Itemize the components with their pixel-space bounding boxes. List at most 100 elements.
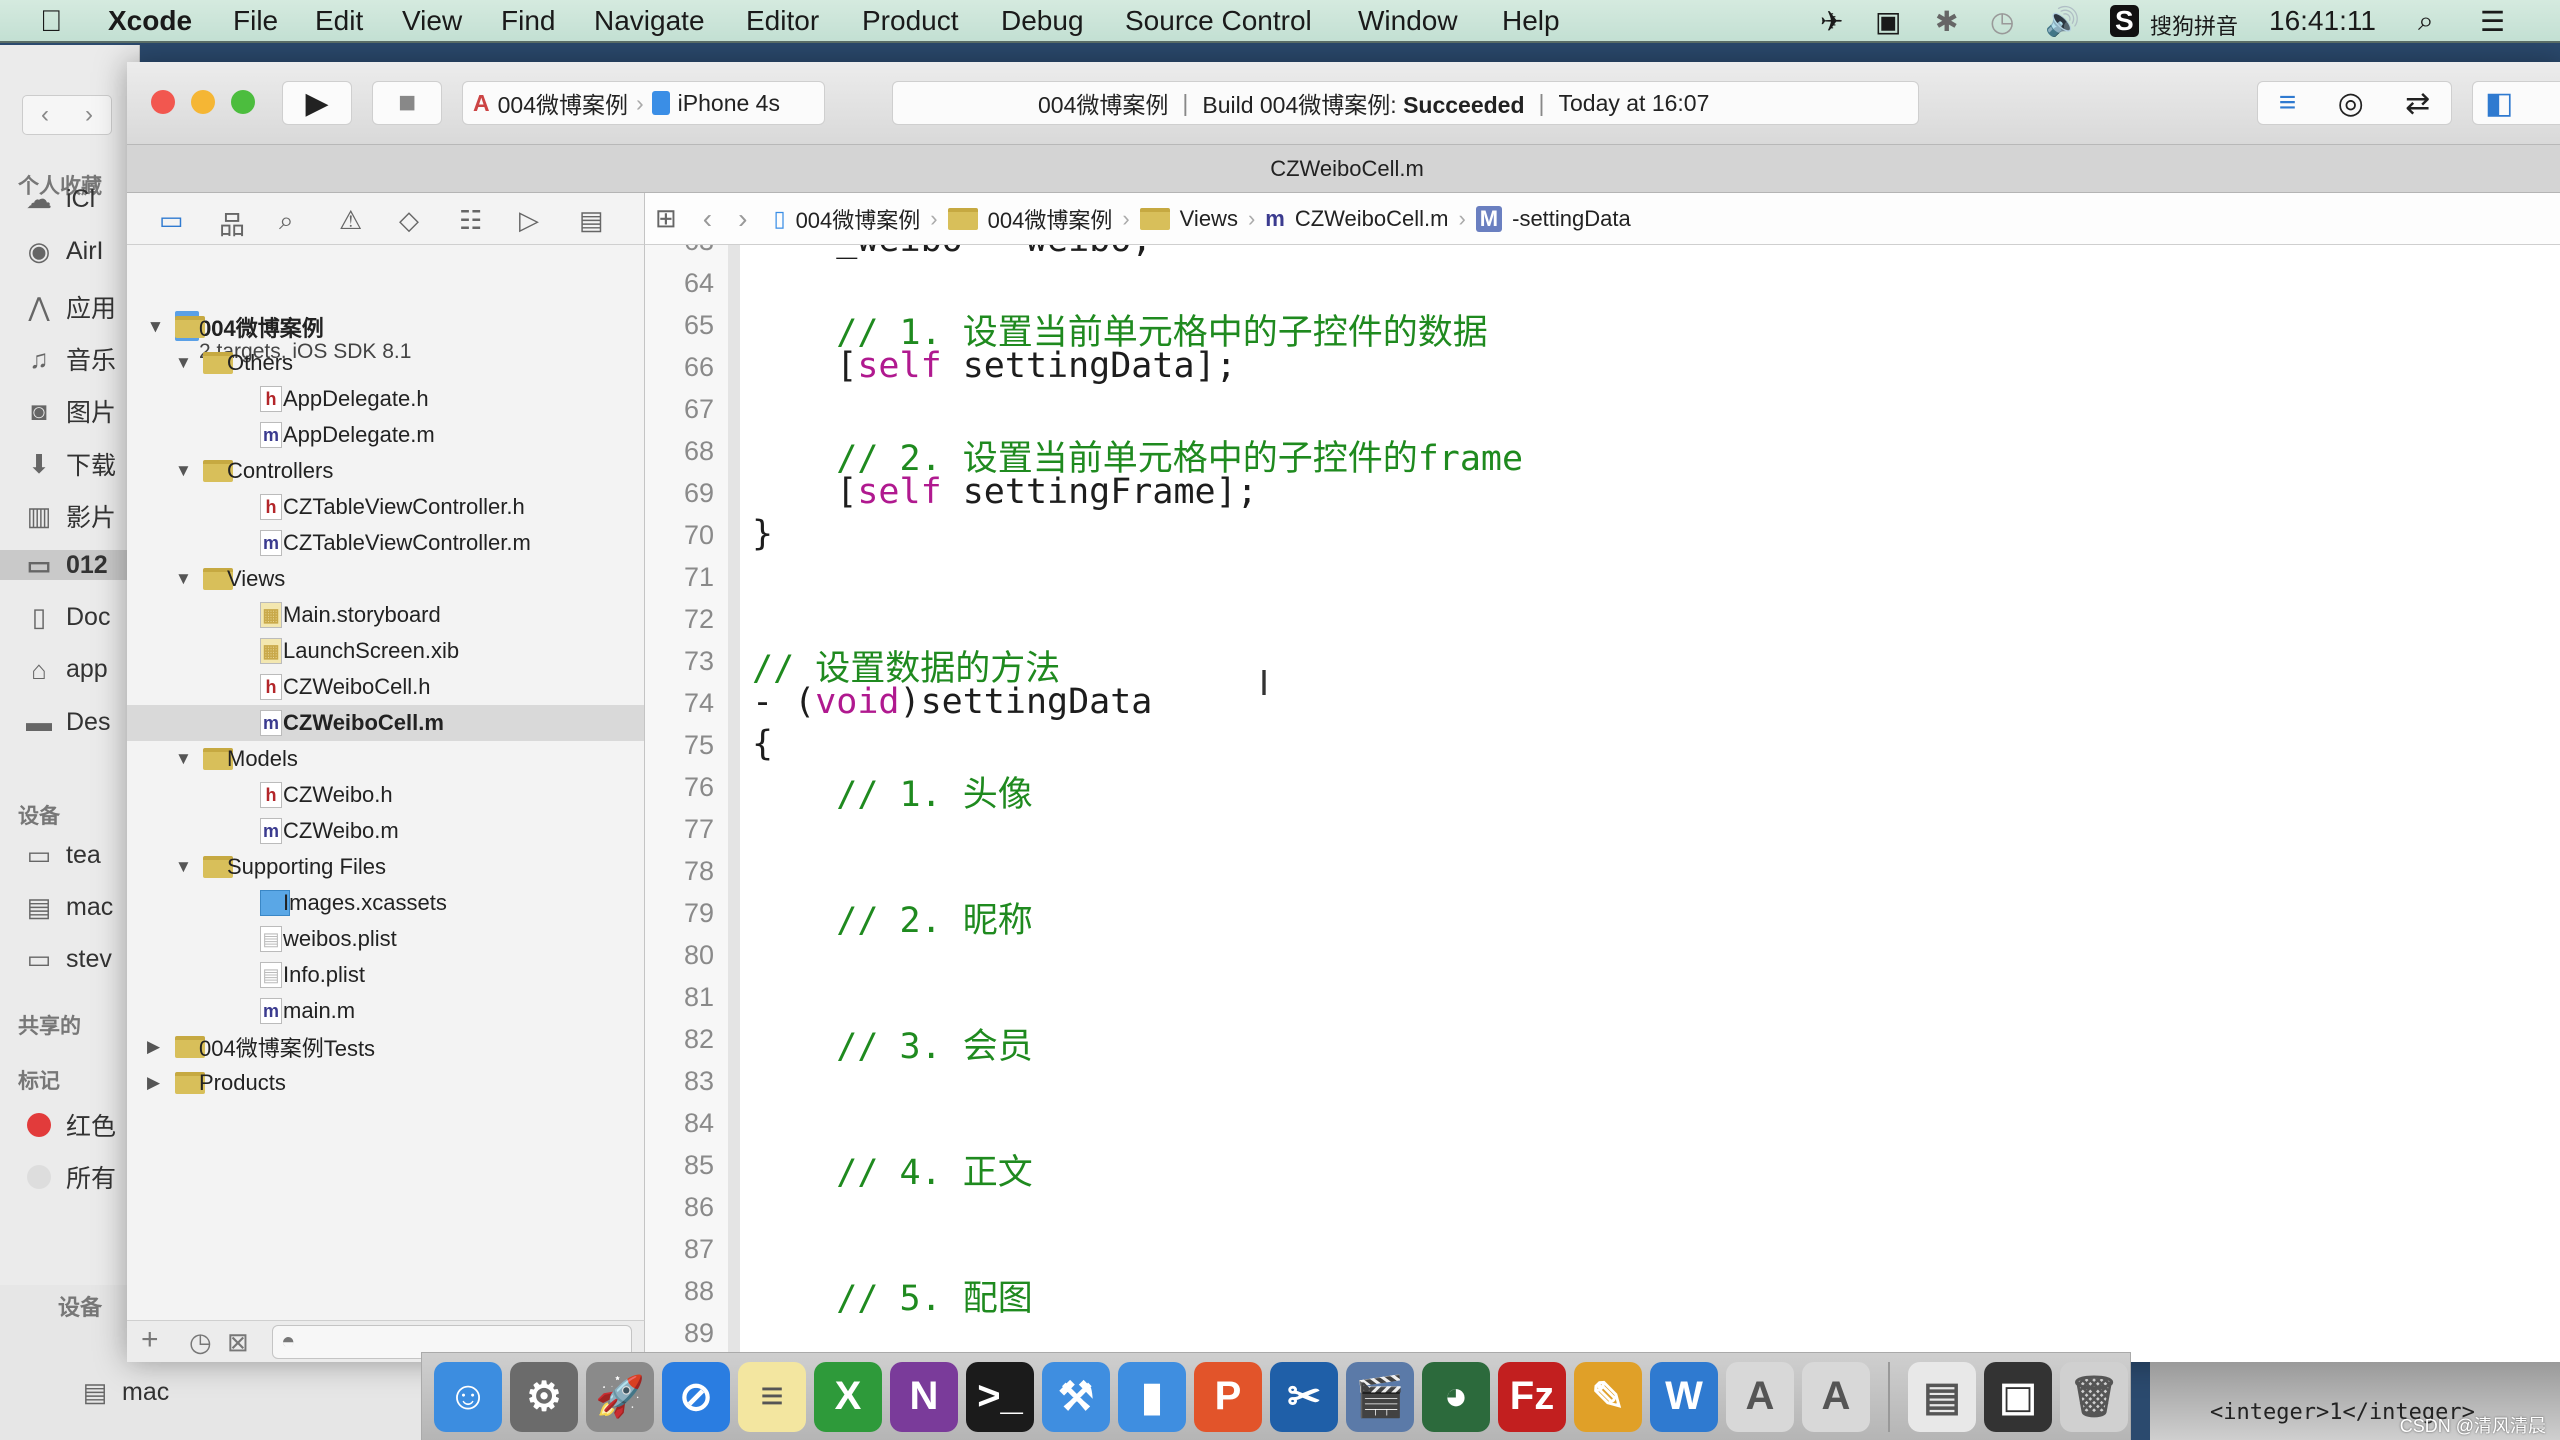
navigator-item[interactable]: Images.xcassets [127,885,644,921]
dock-app-installer-1-icon[interactable]: A [1726,1361,1794,1432]
navigator-item[interactable]: ▶ 004微博案例Tests [127,1029,644,1065]
jump-project[interactable]: 004微博案例 [796,203,921,235]
menu-help[interactable]: Help [1502,5,1560,37]
input-method-label[interactable]: 搜狗拼音 [2150,9,2238,41]
scm-status-icon[interactable]: ⊠ [227,1327,249,1358]
finder-item-Doc[interactable]: ▯ Doc [22,602,142,632]
standard-editor-icon[interactable]: ≡ [2279,86,2297,120]
code-line[interactable]: // 2. 昵称 [752,892,1032,943]
navigator-toggle-icon[interactable]: ◧ [2485,86,2513,121]
finder-device-tea[interactable]: ▭ tea [22,840,142,870]
menu-find[interactable]: Find [501,5,555,37]
navigator-item[interactable]: ▦ Main.storyboard [127,597,644,633]
find-navigator-icon[interactable]: ⌕ [279,205,294,237]
menu-navigate[interactable]: Navigate [594,5,705,37]
finder-item-app[interactable]: ⌂ app [22,655,142,685]
finder-item-影片[interactable]: ▥ 影片 [22,498,142,534]
menu-edit[interactable]: Edit [315,5,363,37]
version-editor-icon[interactable]: ⇄ [2405,86,2430,121]
jump-method[interactable]: -settingData [1512,206,1631,232]
stop-button[interactable]: ■ [372,81,442,125]
menu-product[interactable]: Product [862,5,959,37]
finder-tag-所有[interactable]: 所有 [22,1159,142,1195]
code-line[interactable]: } [752,514,773,554]
menu-view[interactable]: View [402,5,462,37]
dock-notes-icon[interactable]: ≡ [738,1361,806,1432]
disclosure-triangle-open[interactable]: ▼ [175,461,192,481]
bluetooth-icon[interactable]: ✱ [1935,5,1958,38]
dock-snip-icon[interactable]: ✂ [1270,1361,1338,1432]
related-items-icon[interactable]: ⊞ [655,203,677,234]
navigator-item[interactable]: h CZWeiboCell.h [127,669,644,705]
notification-center-icon[interactable]: ☰ [2480,5,2505,38]
menu-source-control[interactable]: Source Control [1125,5,1312,37]
run-button[interactable]: ▶ [282,81,352,125]
airplane-icon[interactable]: ✈ [1820,5,1843,38]
finder-item-AirI[interactable]: ◉ AirI [22,236,142,266]
finder-item-图片[interactable]: ◙ 图片 [22,393,142,429]
time-machine-icon[interactable]: ◷ [1990,5,2014,38]
disclosure-triangle-closed[interactable]: ▶ [147,1037,160,1057]
forward-icon[interactable]: › [738,203,747,235]
spotlight-icon[interactable]: ⌕ [2418,5,2434,38]
tab-czweibocell-m[interactable]: CZWeiboCell.m [1270,156,1424,181]
symbol-navigator-icon[interactable]: 品 [219,205,245,242]
code-line[interactable]: - (void)settingData [752,682,1152,722]
apple-menu-icon[interactable]:  [40,5,63,39]
finder-device-mac[interactable]: ▤ mac [22,892,142,922]
navigator-item[interactable]: ▼ Views [127,561,644,597]
scheme-selector[interactable]: A 004微博案例 › iPhone 4s [462,81,825,125]
navigator-item[interactable]: ▼ Controllers [127,453,644,489]
recent-files-icon[interactable]: ◷ [189,1327,212,1358]
code-line[interactable]: // 1. 头像 [752,766,1032,817]
navigator-item[interactable]: h CZWeibo.h [127,777,644,813]
menu-debug[interactable]: Debug [1001,5,1084,37]
disclosure-triangle-open[interactable]: ▼ [147,317,164,337]
finder-tag-红色[interactable]: 红色 [22,1107,142,1143]
code-line[interactable]: _weibo = weibo; [752,245,1152,260]
navigator-item[interactable]: m AppDelegate.m [127,417,644,453]
close-window-button[interactable] [151,90,175,114]
disclosure-triangle-open[interactable]: ▼ [175,749,192,769]
code-line[interactable]: // 4. 正文 [752,1144,1032,1195]
code-line[interactable]: { [752,724,773,764]
issue-navigator-icon[interactable]: ⚠ [339,205,362,236]
dock-trash-icon[interactable]: 🗑 [2060,1361,2128,1432]
debug-navigator-icon[interactable]: ☷ [459,205,482,236]
dock-onenote-icon[interactable]: N [890,1361,958,1432]
destination-name[interactable]: iPhone 4s [678,90,780,117]
code-line[interactable]: // 5. 配图 [752,1270,1032,1321]
forward-icon[interactable]: › [85,101,93,129]
screen-record-icon[interactable]: ▣ [1875,5,1901,38]
menu-xcode[interactable]: Xcode [108,5,192,37]
zoom-window-button[interactable] [231,90,255,114]
back-icon[interactable]: ‹ [41,101,49,129]
navigator-item[interactable]: m CZTableViewController.m [127,525,644,561]
add-icon[interactable]: + [141,1323,159,1357]
navigator-item[interactable]: ▼ Models [127,741,644,777]
jump-group[interactable]: 004微博案例 [988,203,1113,235]
volume-icon[interactable]: 🔊 [2045,5,2080,38]
finder-device-stev[interactable]: ▭ stev [22,944,142,974]
menu-window[interactable]: Window [1358,5,1458,37]
scheme-name[interactable]: 004微博案例 [498,86,628,120]
finder-item-Des[interactable]: ▬ Des [22,707,142,737]
breakpoint-navigator-icon[interactable]: ▷ [519,205,539,236]
navigator-item[interactable]: ▼ 004微博案例 [127,309,644,345]
finder-item-应用[interactable]: ⋀ 应用 [22,289,142,325]
assistant-editor-icon[interactable]: ◎ [2338,86,2364,121]
disclosure-triangle-open[interactable]: ▼ [175,857,192,877]
sogou-icon[interactable]: S [2110,5,2139,37]
navigator-item[interactable]: ▼ Supporting Files [127,849,644,885]
navigator-item[interactable]: ▦ LaunchScreen.xib [127,633,644,669]
dock-word-icon[interactable]: W [1650,1361,1718,1432]
disclosure-triangle-open[interactable]: ▼ [175,353,192,373]
code-line[interactable]: // 3. 会员 [752,1018,1032,1069]
dock-app-installer-2-icon[interactable]: A [1802,1361,1870,1432]
navigator-item[interactable]: ▼ Others [127,345,644,381]
navigator-item[interactable]: m CZWeibo.m [127,813,644,849]
finder-back-forward[interactable]: ‹ › [22,95,112,135]
project-navigator-icon[interactable]: ▭ [159,205,184,236]
dock-xcode-icon[interactable]: ⚒ [1042,1361,1110,1432]
dock-photo-booth-icon[interactable]: 🎬 [1346,1361,1414,1432]
